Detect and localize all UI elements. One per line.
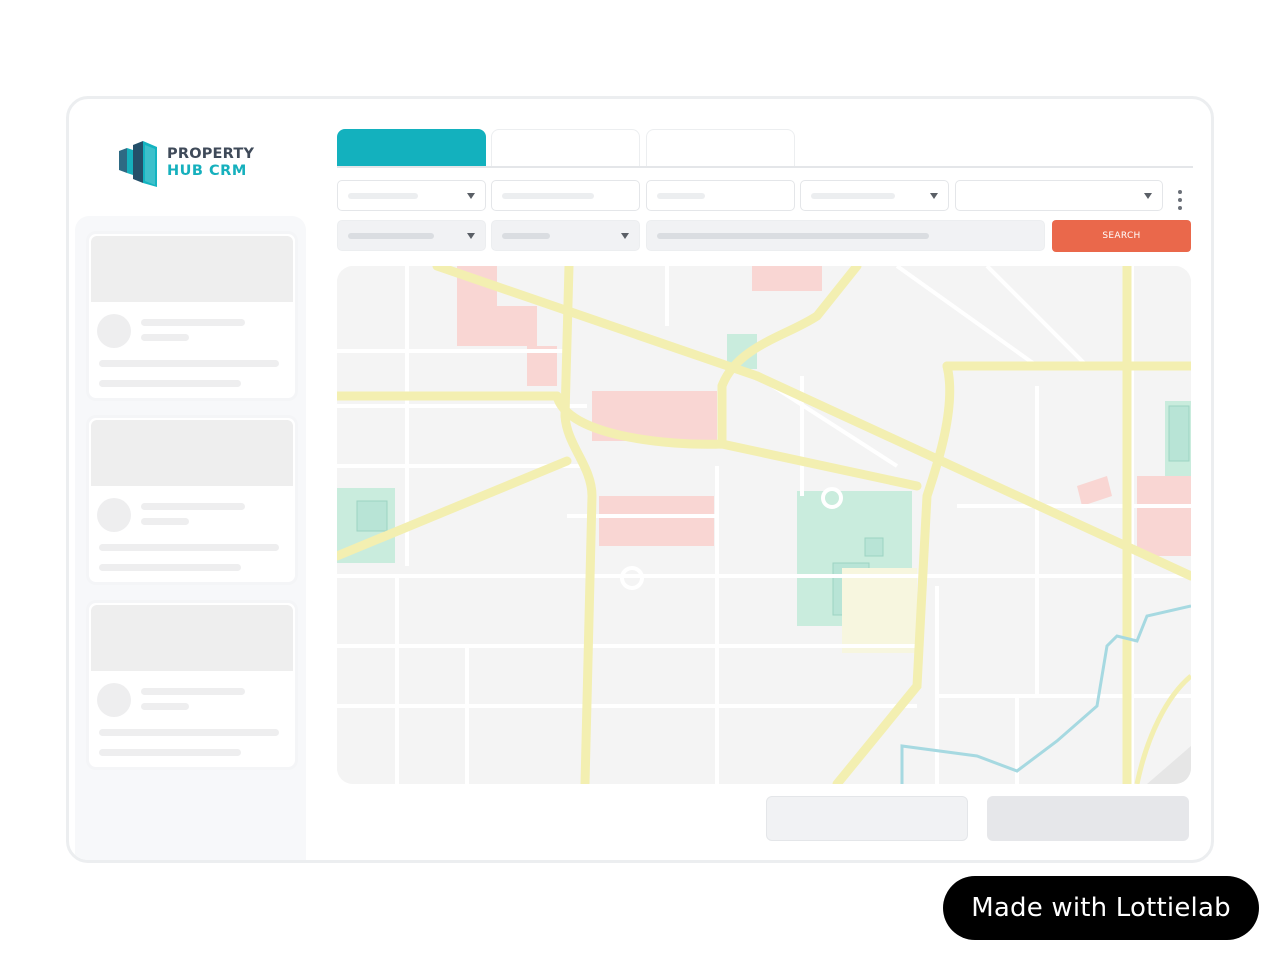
chevron-down-icon: [1144, 193, 1152, 199]
filter-field-2[interactable]: [491, 180, 640, 211]
building-logo-icon: [119, 141, 157, 187]
listing-card[interactable]: [86, 415, 298, 585]
app-logo[interactable]: PROPERTY HUB CRM: [119, 139, 254, 187]
chevron-down-icon: [467, 233, 475, 239]
primary-action-button[interactable]: [987, 796, 1189, 841]
listing-image-placeholder: [91, 236, 293, 302]
chevron-down-icon: [930, 193, 938, 199]
app-window: PROPERTY HUB CRM SEARCH: [66, 96, 1214, 863]
listing-card[interactable]: [86, 231, 298, 401]
secondary-action-button[interactable]: [766, 796, 968, 841]
more-vertical-icon[interactable]: [1177, 190, 1183, 210]
tab-3[interactable]: [646, 129, 795, 167]
tab-divider: [337, 166, 1193, 168]
listing-card[interactable]: [86, 600, 298, 770]
tab-1[interactable]: [337, 129, 486, 167]
map-view[interactable]: [337, 266, 1191, 784]
filter-dropdown-5[interactable]: [955, 180, 1163, 211]
made-with-lottielab-badge[interactable]: Made with Lottielab: [943, 876, 1259, 940]
listing-image-placeholder: [91, 420, 293, 486]
chevron-down-icon: [621, 233, 629, 239]
search-button[interactable]: SEARCH: [1052, 220, 1191, 252]
avatar: [97, 683, 131, 717]
avatar: [97, 498, 131, 532]
sidebar: [75, 216, 306, 860]
street-map: [337, 266, 1191, 784]
listing-image-placeholder: [91, 605, 293, 671]
logo-title-line1: PROPERTY: [167, 146, 255, 162]
search-input[interactable]: [646, 220, 1045, 251]
logo-title-line2: HUB CRM: [167, 163, 247, 179]
avatar: [97, 314, 131, 348]
filter-dropdown-4[interactable]: [800, 180, 949, 211]
chevron-down-icon: [467, 193, 475, 199]
filter-dropdown-7[interactable]: [491, 220, 640, 251]
tab-2[interactable]: [491, 129, 640, 167]
filter-dropdown-1[interactable]: [337, 180, 486, 211]
filter-dropdown-6[interactable]: [337, 220, 486, 251]
filter-field-3[interactable]: [646, 180, 795, 211]
